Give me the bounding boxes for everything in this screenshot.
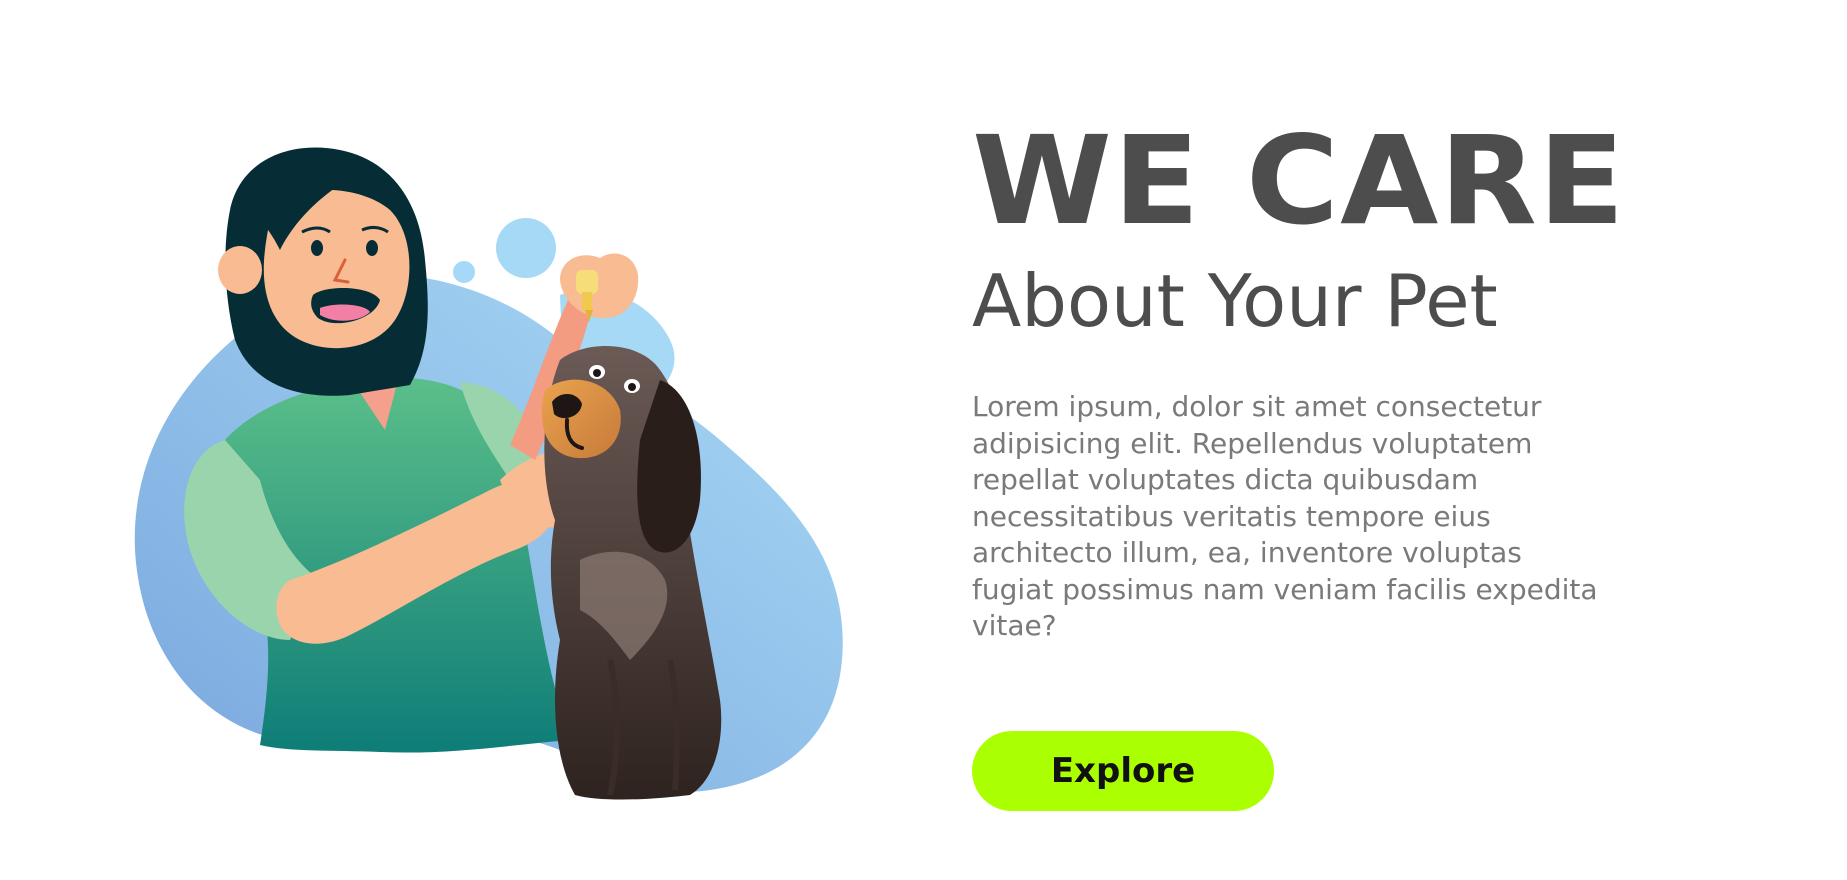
pet-care-illustration xyxy=(130,140,870,800)
hero-description: Lorem ipsum, dolor sit amet consectetur … xyxy=(972,390,1598,643)
hero-subheadline: About Your Pet xyxy=(972,259,1498,343)
hero-section: WE CARE About Your Pet Lorem ipsum, dolo… xyxy=(0,0,1847,880)
hero-content: WE CARE About Your Pet Lorem ipsum, dolo… xyxy=(972,120,1692,645)
explore-button[interactable]: Explore xyxy=(972,731,1274,811)
dog-figure xyxy=(541,346,722,800)
bubble-large xyxy=(496,218,556,278)
hero-headline: WE CARE xyxy=(972,110,1626,252)
bubble-small xyxy=(453,261,475,283)
